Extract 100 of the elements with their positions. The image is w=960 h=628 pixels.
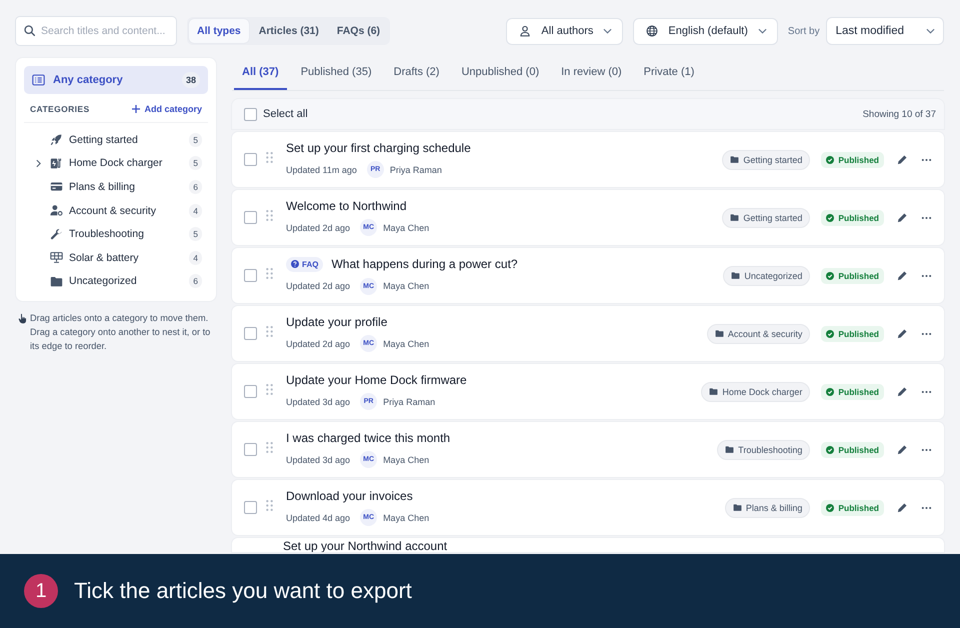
row-checkbox[interactable] — [244, 153, 257, 166]
author-dropdown[interactable]: All authors — [506, 18, 624, 44]
article-title[interactable]: Download your invoices — [286, 489, 413, 503]
solar-panel-icon — [50, 251, 63, 264]
category-item[interactable]: Troubleshooting — [69, 228, 184, 240]
row-checkbox[interactable] — [244, 211, 257, 224]
edit-icon[interactable] — [897, 444, 908, 455]
check-circle-icon — [826, 504, 834, 512]
chevron-down-icon — [603, 28, 612, 34]
status-badge: Published — [821, 268, 884, 284]
search-field[interactable]: Search titles and content... — [15, 16, 177, 46]
type-filter-tab[interactable]: FAQs (6) — [328, 19, 388, 43]
updated-time: Updated 4d ago — [286, 512, 350, 522]
caption-text: Tick the articles you want to export — [74, 578, 412, 604]
row-checkbox[interactable] — [244, 501, 257, 514]
user-lock-icon — [50, 204, 63, 218]
any-category-item[interactable]: Any category 38 — [24, 66, 208, 94]
status-tab[interactable]: In review (0) — [553, 58, 630, 90]
author-name: Priya Raman — [390, 164, 442, 174]
edit-icon[interactable] — [897, 270, 908, 281]
article-title[interactable]: Welcome to Northwind — [286, 199, 406, 213]
updated-time: Updated 2d ago — [286, 222, 350, 232]
article-title[interactable]: What happens during a power cut? — [331, 257, 518, 271]
category-tag: Home Dock charger — [701, 382, 810, 402]
status-badge: Published — [821, 152, 884, 168]
category-item[interactable]: Uncategorized — [69, 275, 184, 288]
updated-time: Updated 2d ago — [286, 281, 350, 291]
category-item[interactable]: Home Dock charger — [69, 157, 184, 170]
more-icon[interactable] — [921, 332, 932, 336]
status-tab[interactable]: Unpublished (0) — [453, 58, 548, 90]
edit-icon[interactable] — [897, 212, 908, 223]
check-circle-icon — [826, 156, 834, 164]
check-circle-icon — [826, 330, 834, 338]
category-item[interactable]: Plans & billing — [69, 180, 184, 193]
status-badge: Published — [821, 384, 884, 400]
status-tab[interactable]: Private (1) — [636, 58, 702, 90]
drag-handle-icon[interactable] — [266, 210, 273, 221]
category-item[interactable]: Solar & battery — [69, 252, 184, 264]
edit-icon[interactable] — [897, 386, 908, 397]
category-count: 5 — [189, 156, 202, 170]
article-title[interactable]: Update your profile — [286, 315, 388, 329]
drag-handle-icon[interactable] — [266, 442, 273, 453]
more-icon[interactable] — [921, 448, 932, 452]
updated-time: Updated 2d ago — [286, 338, 350, 348]
more-icon[interactable] — [921, 274, 932, 278]
select-all-checkbox[interactable] — [244, 108, 257, 120]
author-name: Maya Chen — [383, 454, 430, 464]
sort-dropdown[interactable]: Last modified — [826, 17, 944, 45]
edit-icon[interactable] — [897, 328, 908, 339]
check-circle-icon — [826, 446, 834, 454]
article-title[interactable]: I was charged twice this month — [286, 431, 450, 445]
category-count: 4 — [189, 204, 202, 218]
folder-icon — [730, 155, 740, 164]
author-name: Maya Chen — [383, 338, 430, 348]
type-filter-tab[interactable]: Articles (31) — [250, 19, 327, 43]
person-icon — [519, 25, 532, 37]
hand-pointer-icon — [18, 313, 27, 324]
folder-icon — [50, 274, 63, 288]
article-title[interactable]: Set up your first charging schedule — [286, 141, 471, 155]
category-tag: Uncategorized — [723, 266, 810, 286]
author-name: Maya Chen — [383, 222, 430, 232]
question-icon — [291, 260, 299, 268]
category-item[interactable]: Getting started — [69, 134, 184, 146]
row-checkbox[interactable] — [244, 269, 257, 282]
drag-handle-icon[interactable] — [266, 500, 273, 511]
row-checkbox[interactable] — [244, 327, 257, 340]
more-icon[interactable] — [921, 158, 932, 162]
folder-icon — [714, 329, 724, 338]
author-name: Priya Raman — [383, 396, 436, 406]
more-icon[interactable] — [921, 506, 932, 510]
category-item[interactable]: Account & security — [69, 204, 184, 217]
wrench-icon — [50, 228, 63, 241]
add-category-link[interactable]: Add category — [132, 104, 202, 114]
category-tag: Getting started — [722, 208, 810, 228]
status-badge: Published — [821, 210, 884, 226]
categories-heading: CATEGORIES — [30, 104, 90, 114]
faq-badge: FAQ — [286, 256, 324, 272]
drag-handle-icon[interactable] — [266, 384, 273, 395]
drag-handle-icon[interactable] — [266, 326, 273, 337]
more-icon[interactable] — [921, 390, 932, 394]
row-checkbox[interactable] — [244, 385, 257, 398]
status-badge: Published — [821, 326, 884, 342]
type-filter-tab[interactable]: All types — [189, 19, 249, 43]
edit-icon[interactable] — [897, 154, 908, 165]
status-tab[interactable]: Published (35) — [292, 58, 380, 90]
drag-handle-icon[interactable] — [266, 152, 273, 163]
drag-handle-icon[interactable] — [266, 268, 273, 279]
status-tab[interactable]: Drafts (2) — [386, 58, 448, 90]
chevron-right-icon[interactable] — [36, 158, 41, 168]
sort-label: Sort by — [788, 26, 820, 36]
language-dropdown[interactable]: English (default) — [633, 18, 778, 44]
status-tab[interactable]: All (37) — [234, 58, 287, 90]
category-count: 5 — [189, 227, 202, 242]
author-name: Maya Chen — [383, 512, 430, 522]
article-title[interactable]: Update your Home Dock firmware — [286, 373, 467, 387]
row-checkbox[interactable] — [244, 443, 257, 456]
status-badge: Published — [821, 442, 884, 458]
more-icon[interactable] — [921, 216, 932, 220]
category-tag: Plans & billing — [724, 498, 810, 518]
edit-icon[interactable] — [897, 502, 908, 513]
